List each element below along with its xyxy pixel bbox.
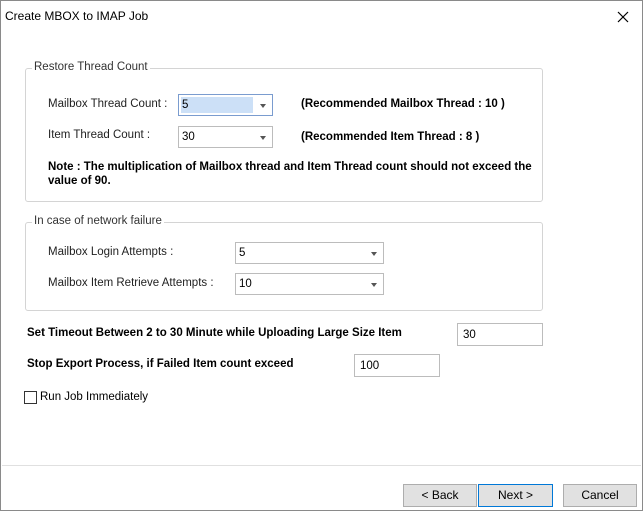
- network-failure-group: In case of network failure: [25, 215, 543, 311]
- network-failure-group-label: In case of network failure: [32, 215, 164, 227]
- stop-export-value: 100: [360, 360, 380, 372]
- chevron-down-icon: [260, 104, 266, 108]
- footer-divider: [2, 465, 641, 466]
- mailbox-thread-recommended: (Recommended Mailbox Thread : 10 ): [301, 98, 505, 110]
- timeout-label: Set Timeout Between 2 to 30 Minute while…: [27, 327, 402, 339]
- mailbox-thread-label: Mailbox Thread Count :: [48, 98, 168, 110]
- thread-note-line2: value of 90.: [48, 175, 111, 187]
- login-attempts-value: 5: [239, 247, 246, 259]
- chevron-down-icon: [371, 283, 377, 287]
- timeout-input[interactable]: 30: [457, 323, 543, 346]
- restore-thread-group-label: Restore Thread Count: [32, 61, 150, 73]
- dialog-window: Create MBOX to IMAP Job Restore Thread C…: [0, 0, 643, 511]
- retrieve-attempts-label: Mailbox Item Retrieve Attempts :: [48, 277, 214, 289]
- stop-export-label: Stop Export Process, if Failed Item coun…: [27, 358, 294, 370]
- window-title: Create MBOX to IMAP Job: [5, 9, 149, 23]
- login-attempts-dropdown[interactable]: 5: [235, 242, 384, 264]
- retrieve-attempts-dropdown[interactable]: 10: [235, 273, 384, 295]
- run-immediately-checkbox[interactable]: [24, 391, 37, 404]
- thread-note-line1: Note : The multiplication of Mailbox thr…: [48, 161, 532, 173]
- stop-export-input[interactable]: 100: [354, 354, 440, 377]
- title-bar: Create MBOX to IMAP Job: [1, 1, 642, 33]
- item-thread-label: Item Thread Count :: [48, 129, 151, 141]
- chevron-down-icon: [371, 252, 377, 256]
- timeout-value: 30: [463, 329, 476, 341]
- close-icon: [617, 11, 629, 23]
- chevron-down-icon: [260, 136, 266, 140]
- next-button[interactable]: Next >: [478, 484, 553, 507]
- mailbox-thread-dropdown[interactable]: 5: [178, 94, 273, 116]
- retrieve-attempts-value: 10: [239, 278, 252, 290]
- run-immediately-label[interactable]: Run Job Immediately: [40, 391, 148, 403]
- item-thread-recommended: (Recommended Item Thread : 8 ): [301, 131, 480, 143]
- login-attempts-label: Mailbox Login Attempts :: [48, 246, 174, 258]
- item-thread-value: 30: [182, 131, 195, 143]
- close-button[interactable]: [610, 5, 636, 29]
- back-button[interactable]: < Back: [403, 484, 477, 507]
- item-thread-dropdown[interactable]: 30: [178, 126, 273, 148]
- mailbox-thread-value: 5: [182, 99, 189, 111]
- cancel-button[interactable]: Cancel: [563, 484, 637, 507]
